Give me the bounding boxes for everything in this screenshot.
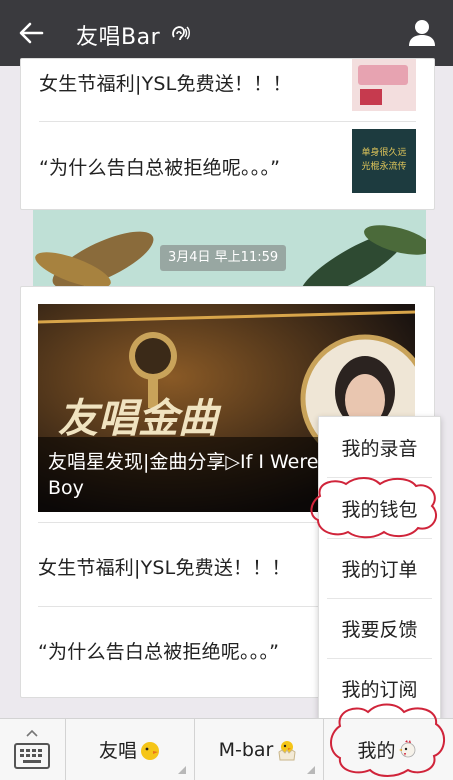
submenu-indicator (178, 766, 186, 774)
article-card-top: 女生节福利|YSL免费送！！！ “为什么告白总被拒绝呢。。。” 单身很久远 光棍… (20, 58, 435, 210)
user-profile-icon[interactable] (407, 18, 437, 48)
ysl-thumb-decoration (358, 65, 408, 85)
article-link-confession[interactable]: “为什么告白总被拒绝呢。。。” (39, 153, 280, 180)
banner-caption-line1: 友唱星发现|金曲分享▷If I Were (48, 451, 319, 473)
article-link-ysl[interactable]: 女生节福利|YSL免费送！！！ (39, 69, 292, 96)
menu-item-my-recordings[interactable]: 我的录音 (319, 417, 440, 477)
page-title: 友唱Bar (76, 25, 161, 50)
tab-youchang[interactable]: 友唱 (66, 719, 194, 780)
my-menu-popup: 我的录音 我的钱包 我的订单 我要反馈 我的订阅 (318, 416, 441, 720)
ysl-thumb-product (360, 89, 382, 105)
menu-item-my-orders[interactable]: 我的订单 (319, 538, 440, 598)
ear-icon (172, 26, 190, 41)
chevron-up-icon (26, 729, 38, 737)
tab-mbar-label: M-bar (218, 738, 274, 761)
tab-mbar[interactable]: M-bar (195, 719, 323, 780)
banner-caption-line2: Boy (48, 477, 84, 499)
submenu-indicator (307, 766, 315, 774)
article-link-ysl-2[interactable]: 女生节福利|YSL免费送！！！ (38, 553, 291, 580)
ysl-thumbnail (352, 59, 416, 111)
mine-tab-annotation-scribble (330, 703, 445, 777)
hatching-chick-icon (278, 740, 296, 760)
timestamp-badge: 3月4日 早上11:59 (160, 245, 287, 271)
confession-thumbnail: 单身很久远 光棍永流传 (352, 129, 416, 193)
keyboard-icon[interactable] (14, 743, 50, 769)
tab-youchang-label: 友唱 (98, 740, 137, 762)
article-link-confession-2[interactable]: “为什么告白总被拒绝呢。。。” (38, 637, 279, 664)
banner-title: 友唱金曲 (58, 395, 222, 442)
confession-thumb-text: 单身很久远 光棍永流传 (361, 148, 407, 172)
wallet-annotation-scribble (310, 477, 437, 539)
menu-item-feedback[interactable]: 我要反馈 (319, 598, 440, 658)
back-arrow-icon[interactable] (18, 20, 44, 46)
top-bar: 友唱Bar (0, 0, 453, 66)
chick-emoji-icon (141, 741, 159, 760)
divider (39, 121, 416, 122)
